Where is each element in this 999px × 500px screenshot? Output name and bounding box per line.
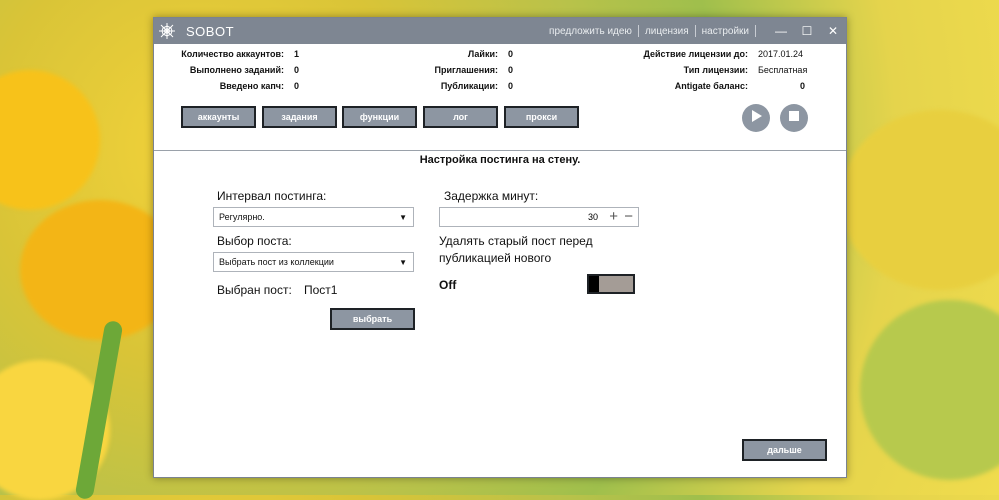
spider-web-icon <box>156 20 178 42</box>
app-title: SOBOT <box>186 23 235 39</box>
accounts-count-value: 1 <box>294 49 300 59</box>
app-window: SOBOT предложить идею лицензия настройки… <box>153 17 847 478</box>
license-until-label: Действие лицензии до: <box>643 49 748 59</box>
license-link[interactable]: лицензия <box>639 26 695 37</box>
post-source-value: Выбрать пост из коллекции <box>219 257 334 267</box>
license-until-value: 2017.01.24 <box>758 49 804 59</box>
captcha-count-label: Введено капч: <box>219 81 284 91</box>
suggest-idea-link[interactable]: предложить идею <box>543 26 638 37</box>
posting-interval-select[interactable]: Регулярно. ▼ <box>213 207 414 227</box>
play-icon <box>749 109 763 128</box>
antigate-balance-value: 0 <box>800 81 806 91</box>
tab-bar: аккаунты задания функции лог прокси <box>154 104 846 146</box>
decrement-icon[interactable]: − <box>624 209 633 225</box>
stop-button[interactable] <box>780 104 808 132</box>
tasks-done-value: 0 <box>294 65 300 75</box>
post-select-label: Выбор поста: <box>217 234 292 248</box>
delay-minutes-input[interactable]: 30 + − <box>439 207 639 227</box>
captcha-count-value: 0 <box>294 81 300 91</box>
stats-panel: Количество аккаунтов: 1 Выполнено задани… <box>154 44 846 106</box>
choose-post-button[interactable]: выбрать <box>330 308 415 330</box>
play-button[interactable] <box>742 104 770 132</box>
title-links: предложить идею лицензия настройки <box>543 18 756 44</box>
license-type-value: Бесплатная <box>758 65 808 75</box>
delete-old-post-label-line2: публикацией нового <box>439 251 552 265</box>
settings-link[interactable]: настройки <box>696 26 755 37</box>
tab-log[interactable]: лог <box>423 106 498 128</box>
minimize-button[interactable]: — <box>768 18 794 44</box>
delay-minutes-label: Задержка минут: <box>444 189 539 203</box>
delete-old-post-label-line1: Удалять старый пост перед <box>439 234 593 248</box>
dropdown-arrow-icon: ▼ <box>399 258 407 267</box>
accounts-count-label: Количество аккаунтов: <box>181 49 284 59</box>
section-title: Настройка постинга на стену. <box>419 154 581 166</box>
tab-accounts[interactable]: аккаунты <box>181 106 256 128</box>
stop-icon <box>788 109 800 127</box>
license-type-label: Тип лицензии: <box>683 65 748 75</box>
posting-interval-value: Регулярно. <box>219 212 265 222</box>
maximize-button[interactable]: ☐ <box>794 18 820 44</box>
selected-post-label: Выбран пост: <box>217 283 292 297</box>
increment-icon[interactable]: + <box>609 209 618 225</box>
selected-post-value: Пост1 <box>304 283 338 297</box>
likes-label: Лайки: <box>467 49 498 59</box>
antigate-balance-label: Antigate баланс: <box>674 81 748 91</box>
next-button[interactable]: дальше <box>742 439 827 461</box>
tab-functions[interactable]: функции <box>342 106 417 128</box>
posting-interval-label: Интервал постинга: <box>217 189 327 203</box>
tab-proxy[interactable]: прокси <box>504 106 579 128</box>
delete-old-post-toggle[interactable] <box>587 274 635 294</box>
tasks-done-label: Выполнено заданий: <box>189 65 284 75</box>
posts-label: Публикации: <box>440 81 498 91</box>
close-button[interactable]: ✕ <box>820 18 846 44</box>
title-bar: SOBOT предложить идею лицензия настройки… <box>154 18 846 44</box>
header-divider <box>154 150 846 151</box>
toggle-state-label: Off <box>439 278 457 292</box>
window-controls: — ☐ ✕ <box>768 18 846 44</box>
likes-value: 0 <box>508 49 514 59</box>
invites-label: Приглашения: <box>434 65 498 75</box>
toggle-knob <box>589 276 599 292</box>
invites-value: 0 <box>508 65 514 75</box>
delay-minutes-value: 30 <box>587 212 598 222</box>
post-source-select[interactable]: Выбрать пост из коллекции ▼ <box>213 252 414 272</box>
dropdown-arrow-icon: ▼ <box>399 213 407 222</box>
posts-value: 0 <box>508 81 514 91</box>
tab-tasks[interactable]: задания <box>262 106 337 128</box>
